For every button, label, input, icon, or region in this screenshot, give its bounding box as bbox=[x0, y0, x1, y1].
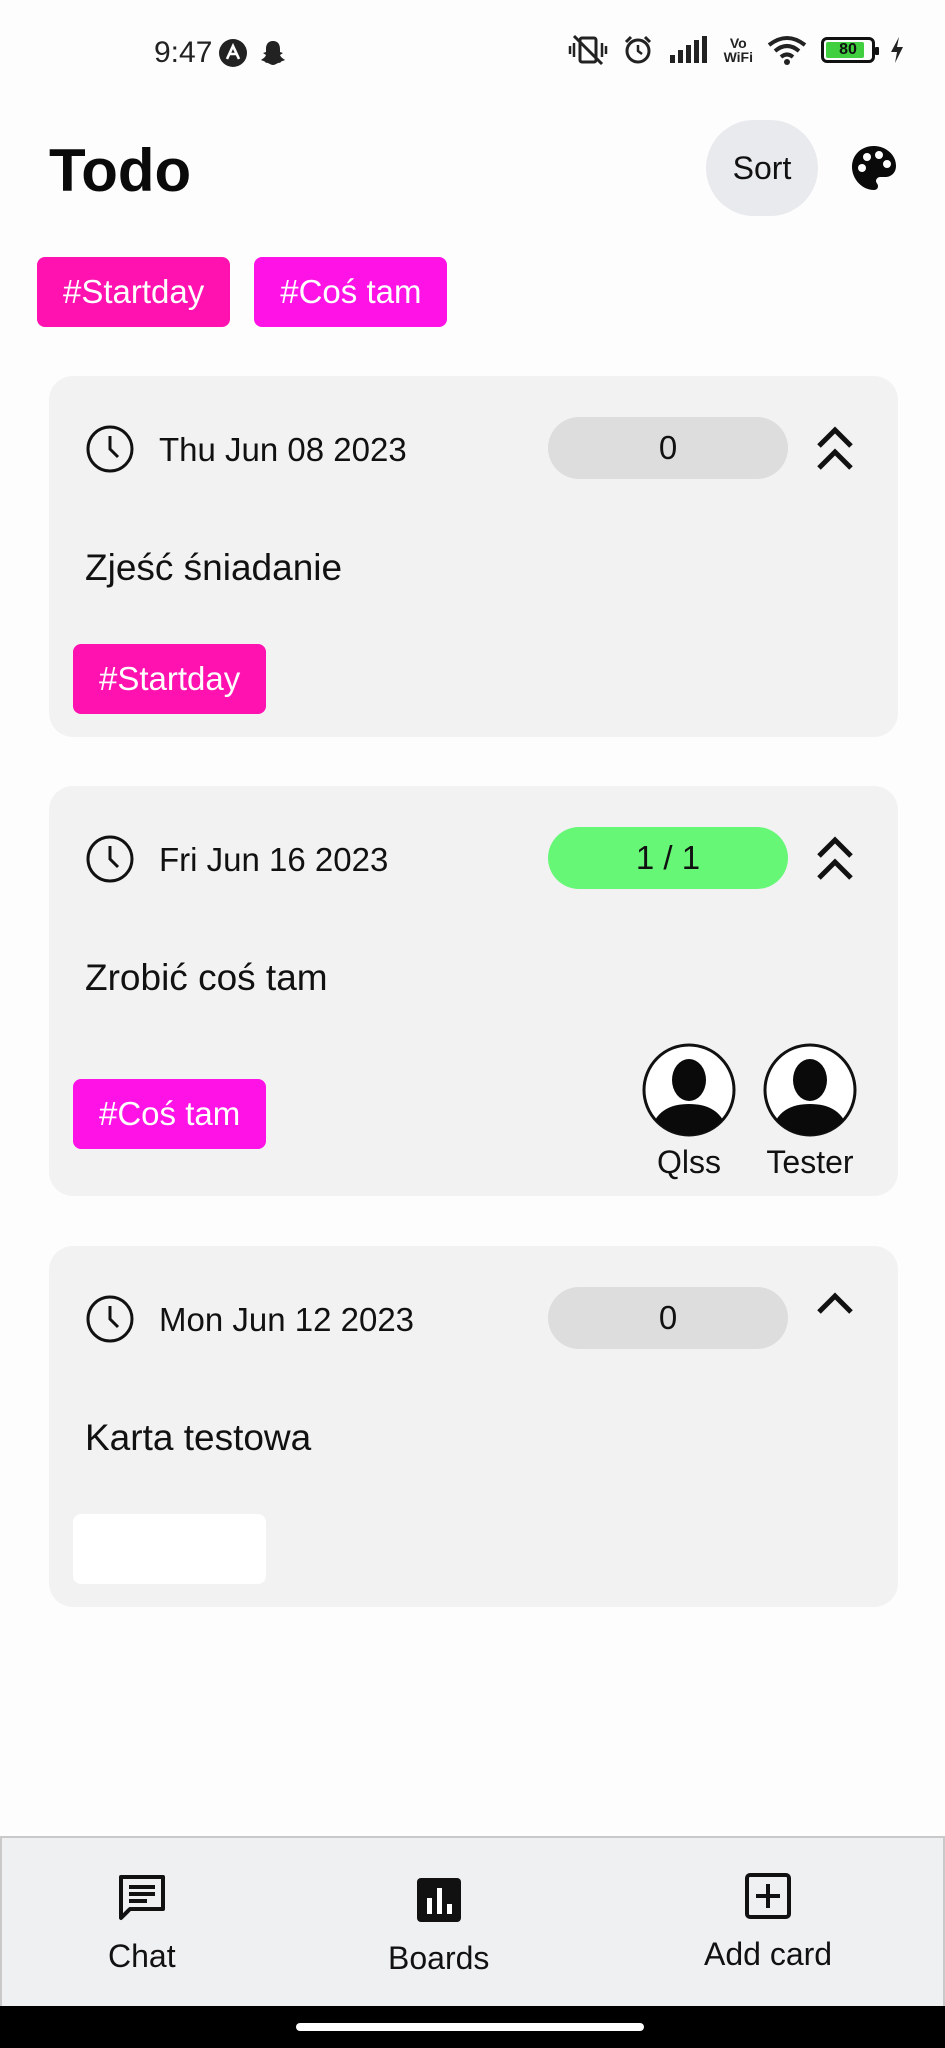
status-left-icons bbox=[218, 38, 288, 68]
vibrate-off-icon bbox=[568, 34, 607, 66]
member-avatar[interactable]: Tester bbox=[762, 1042, 858, 1181]
todo-card[interactable]: Thu Jun 08 2023 0 Zjeść śniadanie #Start… bbox=[49, 376, 898, 737]
todo-card[interactable]: Mon Jun 12 2023 0 Karta testowa #Startda… bbox=[49, 1246, 898, 1607]
filter-tag-startday[interactable]: #Startday bbox=[37, 257, 231, 327]
filter-tags: #Startday #Coś tam bbox=[37, 257, 448, 327]
filter-tag-cos-tam[interactable]: #Coś tam bbox=[254, 257, 448, 327]
nav-add-card[interactable]: Add card bbox=[704, 1870, 832, 1973]
page-title: Todo bbox=[49, 137, 192, 204]
nav-chat-label: Chat bbox=[108, 1938, 176, 1974]
bottom-nav: Chat Boards Add card bbox=[0, 1836, 945, 2006]
sort-button[interactable]: Sort bbox=[706, 120, 818, 216]
snapchat-icon bbox=[261, 41, 285, 65]
vowifi-line2: WiFi bbox=[723, 49, 753, 65]
wifi-icon bbox=[767, 36, 807, 65]
vowifi-indicator: Vo WiFi bbox=[724, 36, 753, 64]
card-tag[interactable]: #Startday bbox=[73, 1514, 267, 1584]
status-bar: 9:47 Vo WiFi 80 bbox=[0, 0, 945, 110]
nav-chat[interactable]: Chat bbox=[108, 1872, 176, 1975]
card-title: Zrobić coś tam bbox=[85, 957, 328, 998]
double-chevron-up-icon[interactable] bbox=[815, 424, 855, 474]
vowifi-line1: Vo bbox=[729, 35, 747, 51]
member-avatar[interactable]: Qlss bbox=[641, 1042, 737, 1181]
card-counter[interactable]: 0 bbox=[548, 1287, 788, 1349]
signal-icon bbox=[669, 36, 707, 63]
clock-icon bbox=[86, 1295, 134, 1343]
alarm-icon bbox=[624, 35, 651, 64]
battery-level: 80 bbox=[839, 41, 857, 58]
todo-card[interactable]: Fri Jun 16 2023 1 / 1 Zrobić coś tam #Co… bbox=[49, 786, 898, 1196]
chevron-up-icon[interactable] bbox=[815, 1288, 855, 1338]
avatar-icon bbox=[642, 1043, 736, 1137]
status-time: 9:47 bbox=[154, 36, 213, 69]
palette-icon[interactable] bbox=[850, 144, 898, 192]
chat-icon bbox=[118, 1875, 165, 1920]
member-name: Qlss bbox=[657, 1144, 721, 1180]
card-tag[interactable]: #Startday bbox=[73, 644, 267, 714]
clock-icon bbox=[86, 425, 134, 473]
card-date: Fri Jun 16 2023 bbox=[159, 841, 389, 878]
clock-icon bbox=[86, 835, 134, 883]
nav-boards[interactable]: Boards bbox=[388, 1874, 489, 1977]
add-box-icon bbox=[745, 1873, 792, 1919]
status-right-icons: Vo WiFi 80 bbox=[568, 34, 905, 66]
card-counter[interactable]: 0 bbox=[548, 417, 788, 479]
avatar-icon bbox=[763, 1043, 857, 1137]
nav-add-card-label: Add card bbox=[704, 1936, 833, 1972]
nav-boards-label: Boards bbox=[388, 1940, 490, 1976]
card-tag[interactable]: #Coś tam bbox=[73, 1079, 267, 1149]
card-date: Mon Jun 12 2023 bbox=[159, 1301, 415, 1338]
battery-icon: 80 bbox=[821, 37, 879, 63]
charging-icon bbox=[891, 37, 903, 63]
card-title: Zjeść śniadanie bbox=[85, 547, 343, 588]
bar-chart-icon bbox=[416, 1878, 461, 1922]
app-notification-icon bbox=[219, 39, 247, 67]
card-title: Karta testowa bbox=[85, 1417, 312, 1458]
double-chevron-up-icon[interactable] bbox=[815, 834, 855, 884]
card-date: Thu Jun 08 2023 bbox=[159, 431, 407, 468]
card-counter[interactable]: 1 / 1 bbox=[548, 827, 788, 889]
gesture-bar[interactable] bbox=[296, 2023, 644, 2031]
member-name: Tester bbox=[766, 1144, 854, 1180]
